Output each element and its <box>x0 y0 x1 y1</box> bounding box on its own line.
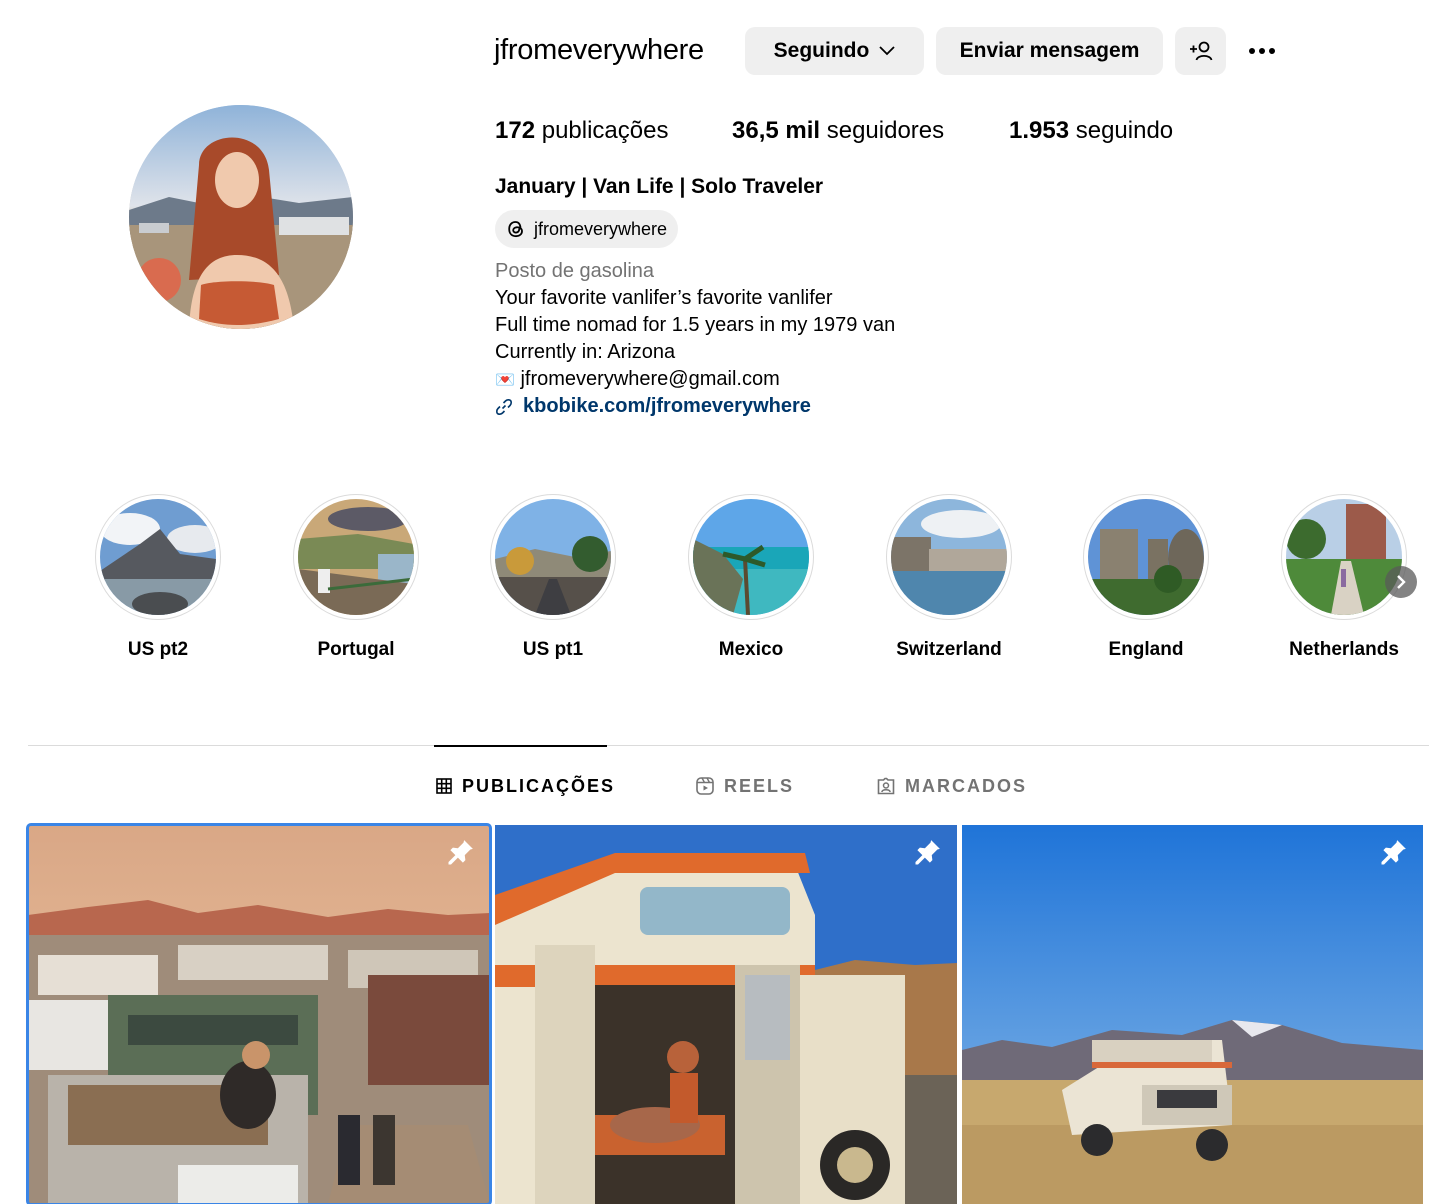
profile-category: Posto de gasolina <box>495 260 655 282</box>
following-button-label: Seguindo <box>773 39 870 62</box>
highlight-cover <box>693 499 809 615</box>
highlight-label: US pt2 <box>127 639 189 660</box>
tab-posts-label: PUBLICAÇÕES <box>462 776 616 796</box>
highlight-us-pt1[interactable]: US pt1 <box>453 494 653 662</box>
tab-tagged-label: MARCADOS <box>905 776 1027 796</box>
highlight-ring <box>1281 494 1407 620</box>
love-letter-emoji: 💌 <box>495 372 515 389</box>
tabs-divider <box>28 745 1429 746</box>
tab-reels[interactable]: REELS <box>696 772 794 800</box>
highlight-ring <box>688 494 814 620</box>
highlight-cover <box>495 499 611 615</box>
following-count: 1.953 <box>1009 117 1070 144</box>
highlight-label: Netherlands <box>1289 639 1399 660</box>
threads-icon <box>508 221 523 238</box>
highlight-portugal[interactable]: Portugal <box>256 494 456 662</box>
link-icon <box>496 398 512 415</box>
highlight-cover <box>298 499 414 615</box>
bio-line-2: Full time nomad for 1.5 years in my 1979… <box>495 314 896 336</box>
bio-email: jfromeverywhere@gmail.com <box>520 368 780 390</box>
highlight-ring <box>886 494 1012 620</box>
tagged-icon <box>877 777 895 795</box>
highlight-cover <box>1286 499 1402 615</box>
highlight-switzerland[interactable]: Switzerland <box>849 494 1049 662</box>
highlight-ring <box>490 494 616 620</box>
highlight-mexico[interactable]: Mexico <box>651 494 851 662</box>
highlight-cover <box>891 499 1007 615</box>
highlight-label: England <box>1108 639 1184 660</box>
tab-reels-label: REELS <box>724 776 795 796</box>
chevron-down-icon <box>879 46 895 56</box>
avatar-photo <box>129 105 353 329</box>
highlight-cover <box>100 499 216 615</box>
bio-line-1: Your favorite vanlifer’s favorite vanlif… <box>495 287 833 309</box>
grid-icon <box>436 778 452 794</box>
followers-label: seguidores <box>826 117 945 144</box>
posts-stat: 172 publicações <box>495 114 668 148</box>
bio-email-line: 💌 jfromeverywhere@gmail.com <box>495 366 780 394</box>
pin-icon <box>915 840 940 865</box>
followers-count: 36,5 mil <box>732 117 821 144</box>
highlight-ring <box>95 494 221 620</box>
post-thumbnail[interactable] <box>962 825 1423 1204</box>
following-label: seguindo <box>1075 117 1174 144</box>
bio-link-text: kbobike.com/jfromeverywhere <box>523 395 811 417</box>
more-options-icon <box>1249 48 1255 54</box>
pin-icon <box>1381 840 1406 865</box>
posts-label: publicações <box>541 117 669 144</box>
post-thumbnail[interactable] <box>26 823 492 1204</box>
pin-icon <box>448 840 473 865</box>
reels-icon <box>696 777 714 795</box>
highlight-label: Switzerland <box>896 639 1002 660</box>
highlight-label: Portugal <box>317 639 395 660</box>
add-person-button[interactable] <box>1175 27 1226 75</box>
bio-external-link[interactable]: kbobike.com/jfromeverywhere <box>495 393 811 420</box>
following-stat[interactable]: 1.953 seguindo <box>1009 114 1173 148</box>
tab-posts[interactable]: PUBLICAÇÕES <box>436 772 615 800</box>
posts-count: 172 <box>495 117 536 144</box>
more-options-button[interactable] <box>1238 34 1286 68</box>
highlight-england[interactable]: England <box>1046 494 1246 662</box>
highlight-ring <box>293 494 419 620</box>
highlight-cover <box>1088 499 1204 615</box>
profile-full-name: January | Van Life | Solo Traveler <box>495 175 824 198</box>
threads-handle: jfromeverywhere <box>534 218 668 239</box>
highlight-us-pt2[interactable]: US pt2 <box>58 494 258 662</box>
post-image <box>28 825 490 1204</box>
more-options-dot <box>1269 48 1275 54</box>
threads-badge[interactable]: jfromeverywhere <box>495 210 679 248</box>
active-tab-indicator <box>434 745 607 747</box>
bio-line-3: Currently in: Arizona <box>495 341 676 363</box>
followers-stat[interactable]: 36,5 mil seguidores <box>732 114 944 148</box>
highlights-next-button[interactable] <box>1385 566 1417 598</box>
profile-avatar[interactable] <box>129 105 353 329</box>
tab-tagged[interactable]: MARCADOS <box>877 772 1027 800</box>
send-message-button[interactable]: Enviar mensagem <box>936 27 1163 75</box>
add-person-icon <box>1189 41 1212 61</box>
post-image <box>495 825 957 1204</box>
highlight-label: US pt1 <box>522 639 584 660</box>
highlight-ring <box>1083 494 1209 620</box>
following-button[interactable]: Seguindo <box>745 27 924 75</box>
post-thumbnail[interactable] <box>495 825 957 1204</box>
chevron-right-icon <box>1397 575 1406 589</box>
more-options-dot <box>1259 48 1265 54</box>
post-image <box>962 825 1423 1204</box>
send-message-label: Enviar mensagem <box>959 39 1140 62</box>
profile-username: jfromeverywhere <box>494 34 704 66</box>
highlight-label: Mexico <box>718 639 784 660</box>
